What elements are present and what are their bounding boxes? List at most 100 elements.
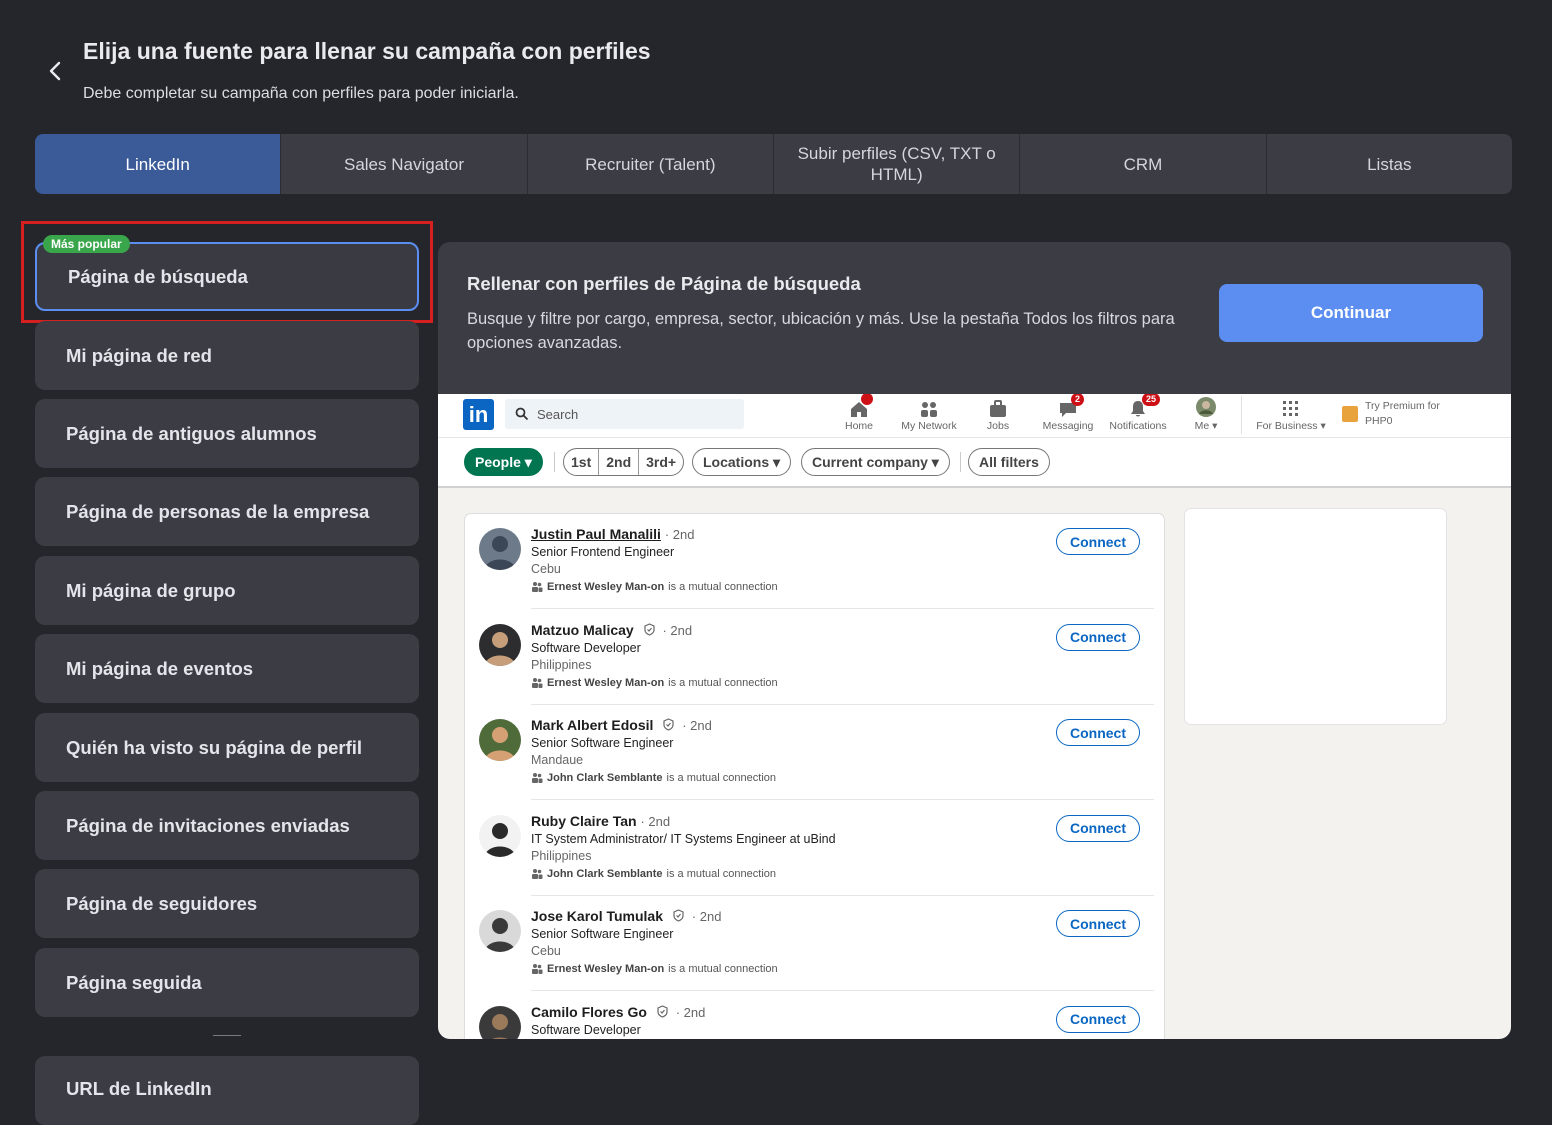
mutual-connection-name: Ernest Wesley Man-on xyxy=(547,676,665,689)
continue-button[interactable]: Continuar xyxy=(1219,284,1483,342)
profile-headline: Software Developer xyxy=(531,1022,641,1037)
most-popular-badge: Más popular xyxy=(43,235,130,253)
nav-me-label: Me ▾ xyxy=(1194,420,1218,432)
mutual-connection-suffix: is a mutual connection xyxy=(668,963,778,975)
verified-icon xyxy=(673,909,684,922)
mutual-connection: Ernest Wesley Man-on is a mutual connect… xyxy=(531,963,778,975)
search-results-card: Justin Paul Manalili · 2nd Senior Fronte… xyxy=(464,513,1165,1039)
source-sent-invitations-page[interactable]: Página de invitaciones enviadas xyxy=(35,791,419,860)
mutual-connection: Ernest Wesley Man-on is a mutual connect… xyxy=(531,581,778,593)
nav-jobs-label: Jobs xyxy=(986,420,1010,432)
profile-name: Justin Paul Manalili xyxy=(531,526,661,542)
profile-location: Philippines xyxy=(531,848,592,863)
search-placeholder: Search xyxy=(537,406,579,422)
avatar-icon xyxy=(1196,397,1216,417)
profile-name: Camilo Flores Go xyxy=(531,1003,647,1020)
source-alumni-page[interactable]: Página de antiguos alumnos xyxy=(35,399,419,468)
panel-description: Busque y filtre por cargo, empresa, sect… xyxy=(467,310,1175,352)
mutual-connection-name: Ernest Wesley Man-on xyxy=(547,581,665,593)
profile-avatar xyxy=(479,528,521,570)
source-linkedin-url[interactable]: URL de LinkedIn xyxy=(35,1056,419,1125)
profile-name: Ruby Claire Tan xyxy=(531,812,637,829)
linkedin-preview-image: in Search Home My Network Jobs 2 Messagi… xyxy=(438,394,1511,1039)
nav-jobs: Jobs xyxy=(978,396,1018,432)
linkedin-search-box: Search xyxy=(505,399,744,429)
connect-button: Connect xyxy=(1056,910,1140,937)
tab-sales-navigator[interactable]: Sales Navigator xyxy=(280,134,526,194)
grid-icon xyxy=(1283,401,1298,416)
profile-headline: IT System Administrator/ IT Systems Engi… xyxy=(531,831,836,846)
mutual-connection-icon xyxy=(532,582,543,592)
verified-icon xyxy=(663,718,674,731)
chevron-left-icon xyxy=(49,61,61,81)
result-row: Jose Karol Tumulak · 2nd Senior Software… xyxy=(465,896,1164,991)
people-filter: People ▾ xyxy=(464,448,543,476)
source-following-page[interactable]: Página seguida xyxy=(35,948,419,1017)
source-profile-viewers-page[interactable]: Quién ha visto su página de perfil xyxy=(35,713,419,782)
mutual-connection-icon xyxy=(532,868,543,879)
result-row: Justin Paul Manalili · 2nd Senior Fronte… xyxy=(465,514,1164,609)
linkedin-top-bar: in Search Home My Network Jobs 2 Messagi… xyxy=(438,394,1511,438)
nav-for-business-label: For Business ▾ xyxy=(1256,420,1326,432)
panel-title: Rellenar con perfiles de Página de búsqu… xyxy=(467,273,861,294)
profile-location: Cebu xyxy=(531,944,561,958)
mutual-connection-suffix: is a mutual connection xyxy=(666,867,776,880)
verified-icon xyxy=(657,1004,668,1018)
profile-avatar xyxy=(479,1005,521,1039)
mutual-connection-icon xyxy=(532,773,543,783)
profile-headline: Senior Software Engineer xyxy=(531,927,674,941)
back-button[interactable] xyxy=(44,58,66,84)
page-subtitle: Debe completar su campaña con perfiles p… xyxy=(83,85,519,102)
source-events-page[interactable]: Mi página de eventos xyxy=(35,634,419,703)
mutual-connection: Ernest Wesley Man-on is a mutual connect… xyxy=(531,677,778,689)
profile-headline: Senior Software Engineer xyxy=(531,736,674,750)
search-icon xyxy=(515,407,529,421)
result-row: Ruby Claire Tan · 2nd IT System Administ… xyxy=(465,801,1164,896)
tab-recruiter[interactable]: Recruiter (Talent) xyxy=(526,134,773,194)
degree-3rd: 3rd+ xyxy=(646,454,677,470)
nav-me: Me ▾ xyxy=(1188,396,1224,432)
source-company-people-page[interactable]: Página de personas de la empresa xyxy=(35,477,419,546)
tab-linkedin[interactable]: LinkedIn xyxy=(35,134,281,194)
source-detail-panel: Rellenar con perfiles de Página de búsqu… xyxy=(438,242,1511,1039)
mutual-connection-name: Ernest Wesley Man-on xyxy=(547,963,665,975)
profile-location: Cebu xyxy=(531,562,561,576)
connection-degree: · 2nd xyxy=(682,718,712,733)
nav-notifications: 25 Notifications xyxy=(1104,394,1172,432)
source-followers-page[interactable]: Página de seguidores xyxy=(35,869,419,938)
connect-button: Connect xyxy=(1056,1005,1140,1033)
profile-avatar xyxy=(479,623,521,666)
all-filters: All filters xyxy=(968,448,1050,476)
tab-crm[interactable]: CRM xyxy=(1019,134,1265,194)
profile-avatar xyxy=(479,910,521,952)
connect-button: Connect xyxy=(1056,719,1140,746)
messaging-badge: 2 xyxy=(1071,394,1085,406)
nav-my-network-label: My Network xyxy=(901,420,957,432)
current-company-filter: Current company ▾ xyxy=(801,448,950,476)
profile-avatar xyxy=(479,814,521,857)
locations-filter: Locations ▾ xyxy=(692,448,792,476)
profile-location: Mandaue xyxy=(531,753,584,767)
tab-upload-profiles[interactable]: Subir perfiles (CSV, TXT o HTML) xyxy=(772,134,1019,194)
nav-home: Home xyxy=(839,394,879,432)
profile-name: Mark Albert Edosil xyxy=(531,717,654,733)
source-group-page[interactable]: Mi página de grupo xyxy=(35,556,419,625)
side-ad-card xyxy=(1184,508,1447,725)
profile-headline: Senior Frontend Engineer xyxy=(531,545,675,559)
network-icon xyxy=(921,402,937,417)
profile-avatar xyxy=(479,719,521,761)
connect-button: Connect xyxy=(1056,814,1140,842)
source-my-network-page[interactable]: Mi página de red xyxy=(35,321,419,390)
linkedin-logo: in xyxy=(463,399,494,430)
tab-lists[interactable]: Listas xyxy=(1265,134,1512,194)
mutual-connection-icon xyxy=(532,964,543,974)
degree-1st: 1st xyxy=(564,449,600,475)
connection-degree: · 2nd xyxy=(691,909,722,924)
degree-2nd: 2nd xyxy=(599,449,640,475)
connection-degree: · 2nd xyxy=(640,813,671,829)
linkedin-filter-bar: People ▾ 1st 2nd 3rd+ Locations ▾ Curren… xyxy=(438,438,1511,488)
verified-icon xyxy=(643,622,655,636)
profile-location: Philippines xyxy=(531,657,592,672)
mutual-connection: John Clark Semblante is a mutual connect… xyxy=(531,868,776,880)
notifications-badge: 25 xyxy=(1142,394,1161,406)
